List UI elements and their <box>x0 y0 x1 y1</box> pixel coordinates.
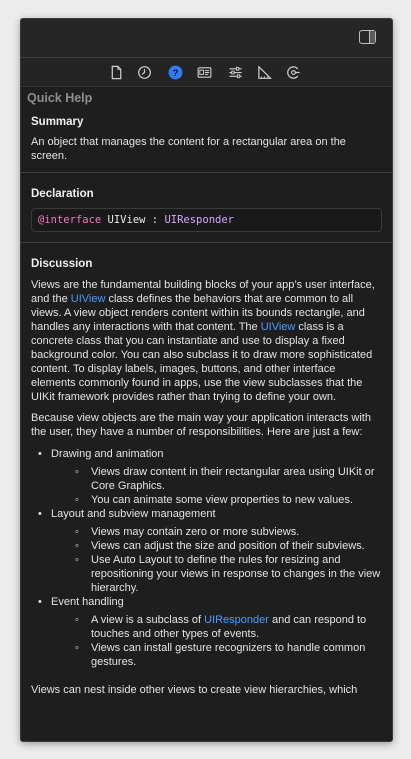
text-run: class is a concrete class that you can i… <box>31 321 373 403</box>
sub-list-item: Views may contain zero or more subviews. <box>31 525 382 539</box>
summary-text: An object that manages the content for a… <box>31 136 346 162</box>
list-item: Event handling A view is a subclass of U… <box>31 595 382 669</box>
sub-list-item: Views can install gesture recognizers to… <box>31 641 382 669</box>
inspector-tab-bar: ? <box>21 58 392 87</box>
declaration-keyword: @interface <box>38 214 102 226</box>
list-item: Layout and subview management Views may … <box>31 507 382 595</box>
list-item: Drawing and animation Views draw content… <box>31 447 382 507</box>
sub-list: A view is a subclass of UIResponder and … <box>51 613 382 669</box>
identity-icon[interactable] <box>196 64 212 80</box>
sub-list: Views draw content in their rectangular … <box>51 465 382 507</box>
history-icon[interactable] <box>136 64 152 80</box>
attributes-icon[interactable] <box>227 64 243 80</box>
list-item-label: Drawing and animation <box>51 448 164 460</box>
declaration-name: UIView : <box>101 214 165 226</box>
declaration-code: @interface UIView : UIResponder <box>31 208 382 232</box>
size-icon[interactable] <box>256 64 272 80</box>
text-run: A view is a subclass of <box>91 614 205 626</box>
uiresponder-link[interactable]: UIResponder <box>204 614 269 626</box>
svg-text:?: ? <box>172 67 178 77</box>
discussion-paragraph-1: Views are the fundamental building block… <box>31 278 382 404</box>
discussion-title: Discussion <box>31 258 93 270</box>
sub-list-item: You can animate some view properties to … <box>31 493 382 507</box>
sidebar-right-icon[interactable] <box>359 30 376 44</box>
quick-help-header: Quick Help <box>27 91 93 105</box>
declaration-superclass-link[interactable]: UIResponder <box>164 214 234 226</box>
sub-list-item: Views draw content in their rectangular … <box>31 465 382 493</box>
quick-help-content[interactable]: Summary An object that manages the conte… <box>21 113 392 741</box>
list-item-label: Event handling <box>51 596 124 608</box>
quick-help-icon[interactable]: ? <box>167 64 183 80</box>
discussion-paragraph-2: Because view objects are the main way yo… <box>31 412 371 438</box>
sub-list-item: Use Auto Layout to define the rules for … <box>31 553 382 595</box>
inspector-top-bar <box>21 19 392 58</box>
list-item-label: Layout and subview management <box>51 508 216 520</box>
uiview-link[interactable]: UIView <box>71 293 106 305</box>
summary-section: Summary An object that manages the conte… <box>21 113 392 172</box>
connections-icon[interactable] <box>285 64 301 80</box>
declaration-section: Declaration @interface UIView : UIRespon… <box>21 173 392 242</box>
sub-list-item: Views can adjust the size and position o… <box>31 539 382 553</box>
file-icon[interactable] <box>108 64 124 80</box>
discussion-paragraph-3: Views can nest inside other views to cre… <box>31 684 358 696</box>
sub-list: Views may contain zero or more subviews.… <box>51 525 382 595</box>
discussion-section: Discussion Views are the fundamental bui… <box>21 243 392 697</box>
uiview-link[interactable]: UIView <box>261 321 296 333</box>
declaration-title: Declaration <box>31 188 94 200</box>
sub-list-item: A view is a subclass of UIResponder and … <box>31 613 382 641</box>
responsibilities-list: Drawing and animation Views draw content… <box>31 447 382 669</box>
quick-help-inspector-window: ? Quick Help Summary An object that mana… <box>20 18 393 742</box>
summary-title: Summary <box>31 116 84 128</box>
